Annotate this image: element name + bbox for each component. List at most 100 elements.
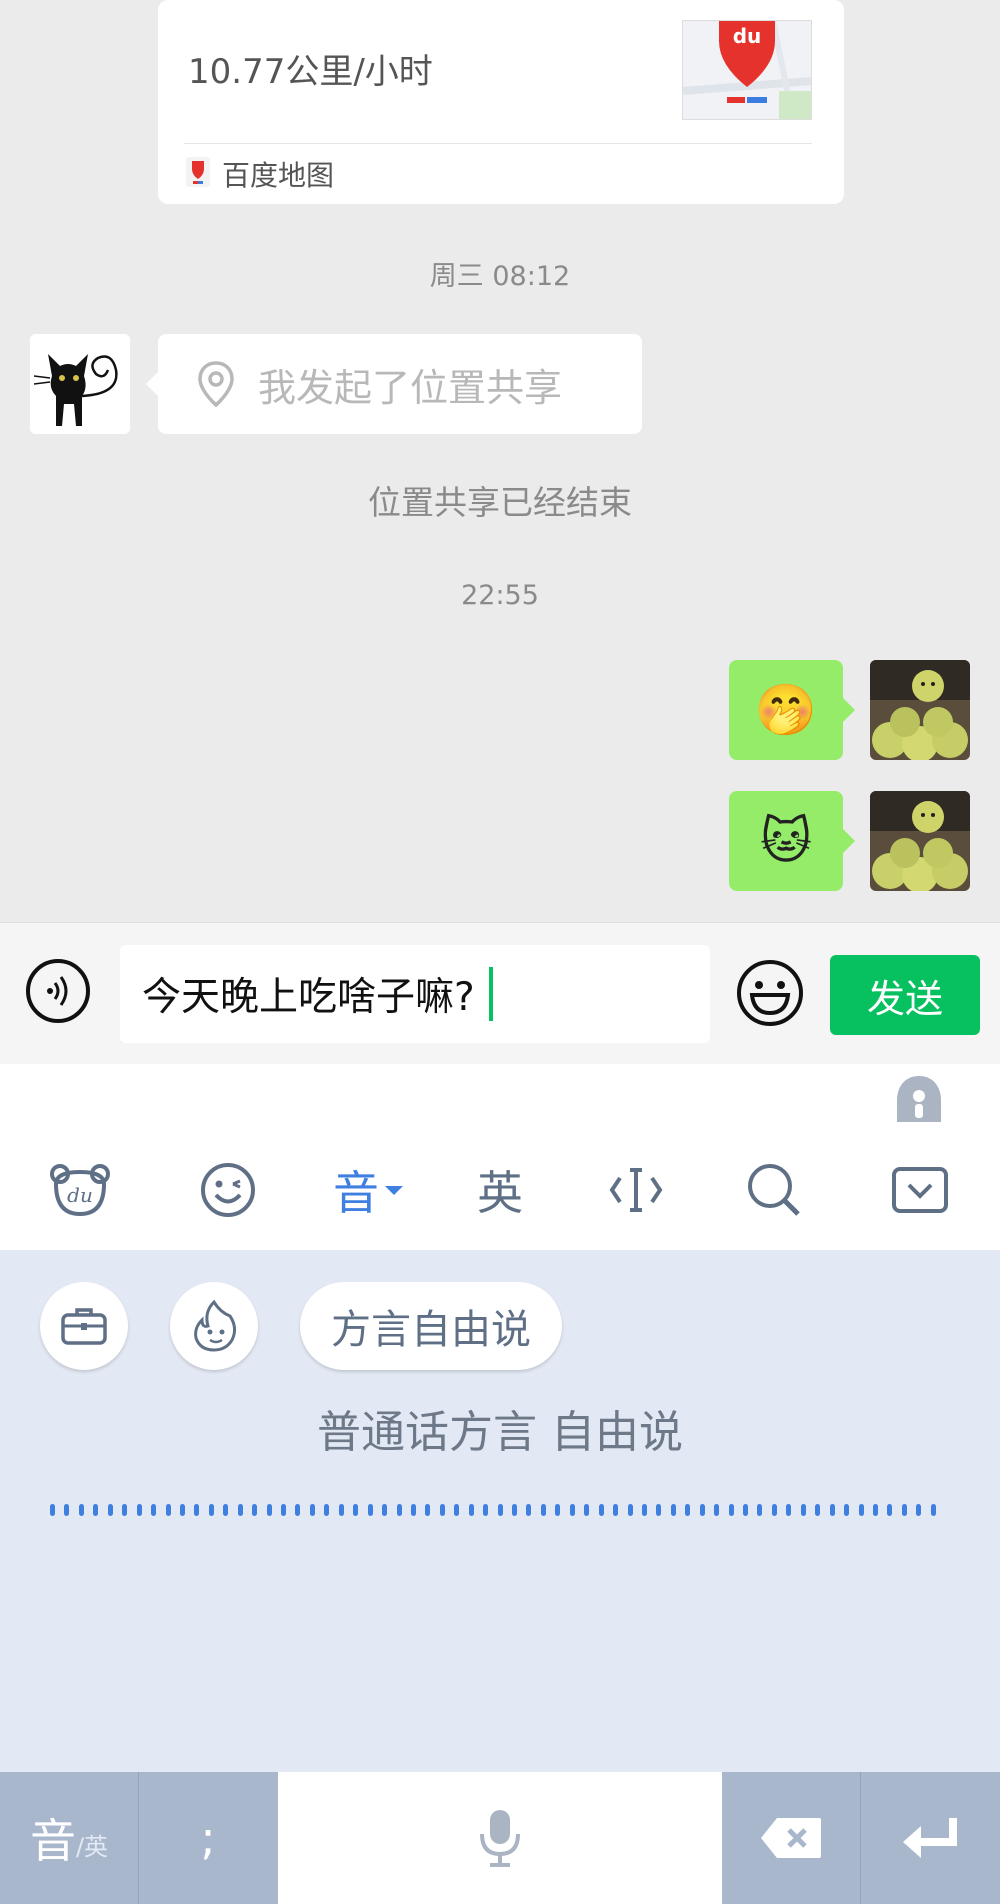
waveform-dot (468, 1504, 474, 1516)
waveform-dot (887, 1504, 893, 1516)
sticker-face-emoji: 🤭 (754, 681, 818, 739)
waveform-dot (266, 1504, 272, 1516)
sticker-cat-emoji: 🐱 (759, 812, 813, 870)
waveform-dot (454, 1504, 460, 1516)
waveform-dot (252, 1504, 258, 1516)
backspace-key[interactable] (722, 1772, 860, 1904)
waveform-dot (641, 1504, 647, 1516)
waveform-dot (382, 1504, 388, 1516)
waveform-dot (526, 1504, 532, 1516)
location-pin-icon (196, 360, 236, 408)
waveform-dot (555, 1504, 561, 1516)
waveform-dot (757, 1504, 763, 1516)
waveform-dot (685, 1504, 691, 1516)
waveform-dot (613, 1504, 619, 1516)
voice-icon (43, 974, 73, 1008)
search-button[interactable] (714, 1130, 834, 1250)
waveform-dot (396, 1504, 402, 1516)
waveform-dot (699, 1504, 705, 1516)
waveform-dot (540, 1504, 546, 1516)
waveform-dot (916, 1504, 922, 1516)
waveform-dot (295, 1504, 301, 1516)
location-share-bubble[interactable]: 我发起了位置共享 (146, 334, 642, 434)
my-avatar[interactable] (870, 791, 970, 891)
language-switch-key[interactable]: 音 /英 (0, 1772, 138, 1904)
language-main-label: 音 (29, 1814, 76, 1868)
text-cursor-icon (609, 1168, 663, 1212)
briefcase-icon (61, 1308, 107, 1345)
waveform-dot (179, 1504, 185, 1516)
waveform-dot (208, 1504, 214, 1516)
location-card[interactable]: 10.77公里/小时 du 百度地图 (158, 0, 844, 204)
flame-face-icon (194, 1299, 237, 1352)
user-profile-icon[interactable] (894, 1074, 944, 1128)
wink-face-icon (201, 1163, 255, 1217)
baidu-input-logo-button[interactable]: du (20, 1130, 140, 1250)
timestamp: 周三 08:12 (429, 261, 571, 292)
waveform-dot (858, 1504, 864, 1516)
card-source-label: 百度地图 (222, 159, 335, 192)
enter-arrow-icon (902, 1818, 957, 1858)
chevron-down-box-icon (892, 1167, 948, 1213)
waveform-dot (122, 1504, 128, 1516)
voice-input-panel: 方言自由说 (0, 1250, 1000, 1772)
waveform-dot (425, 1504, 431, 1516)
waveform-dot (439, 1504, 445, 1516)
baidu-map-logo-text: du (733, 24, 762, 48)
waveform-dot (309, 1504, 315, 1516)
pinyin-mode-button[interactable]: 音 (308, 1130, 428, 1250)
waveform-dot (338, 1504, 344, 1516)
pinyin-mode-label: 音 (333, 1166, 379, 1220)
card-divider (184, 143, 812, 144)
waveform-dot (194, 1504, 200, 1516)
voice-fun-button[interactable] (170, 1282, 258, 1370)
waveform-dot (497, 1504, 503, 1516)
message-text-value: 今天晚上吃啥子嘛? (142, 975, 475, 1020)
waveform-dot (786, 1504, 792, 1516)
hide-keyboard-button[interactable] (860, 1130, 980, 1250)
waveform-dot (107, 1504, 113, 1516)
location-speed: 10.77公里/小时 (188, 52, 433, 92)
incoming-message-text: 我发起了位置共享 (258, 365, 563, 410)
punctuation-label: ; (200, 1811, 216, 1865)
my-avatar[interactable] (870, 660, 970, 760)
message-text-input[interactable]: 今天晚上吃啥子嘛? (120, 945, 710, 1043)
card-source: 百度地图 (184, 154, 334, 194)
chat-area: 10.77公里/小时 du 百度地图 周三 08:12 我发起了位置共享 位置共… (0, 0, 1000, 922)
waveform-dot (800, 1504, 806, 1516)
keyboard-bottom-row: 音 /英 ; (0, 1772, 1000, 1904)
backspace-icon (761, 1818, 821, 1858)
emoji-panel-button[interactable] (168, 1130, 288, 1250)
caret-down-icon (385, 1185, 403, 1195)
waveform-dot (771, 1504, 777, 1516)
waveform-dot (237, 1504, 243, 1516)
waveform-dot (815, 1504, 821, 1516)
waveform-dot (78, 1504, 84, 1516)
outgoing-sticker-bubble[interactable]: 🤭 (729, 660, 855, 760)
waveform-dot (714, 1504, 720, 1516)
enter-key[interactable] (861, 1772, 1000, 1904)
outgoing-sticker-bubble[interactable]: 🐱 (729, 791, 855, 891)
send-button[interactable]: 发送 (830, 955, 980, 1035)
emoji-button[interactable] (736, 959, 804, 1027)
waveform-dot (353, 1504, 359, 1516)
du-bear-icon: du (50, 1164, 110, 1217)
microphone-key[interactable] (278, 1772, 722, 1904)
voice-input-button[interactable] (26, 959, 90, 1023)
waveform-dot (483, 1504, 489, 1516)
waveform-dot (367, 1504, 373, 1516)
toolbox-button[interactable] (40, 1282, 128, 1370)
waveform-dot (165, 1504, 171, 1516)
waveform-dot (627, 1504, 633, 1516)
du-logo-text: du (67, 1183, 93, 1207)
cursor-control-button[interactable] (576, 1130, 696, 1250)
waveform-dot (512, 1504, 517, 1516)
search-icon (748, 1164, 800, 1216)
language-sub-label: /英 (75, 1832, 109, 1861)
waveform-dot (93, 1504, 99, 1516)
punctuation-key[interactable]: ; (139, 1772, 277, 1904)
dialect-mode-pill[interactable]: 方言自由说 (300, 1282, 562, 1370)
english-mode-button[interactable]: 英 (440, 1130, 560, 1250)
contact-avatar[interactable] (30, 334, 130, 434)
timestamp: 22:55 (461, 580, 539, 611)
